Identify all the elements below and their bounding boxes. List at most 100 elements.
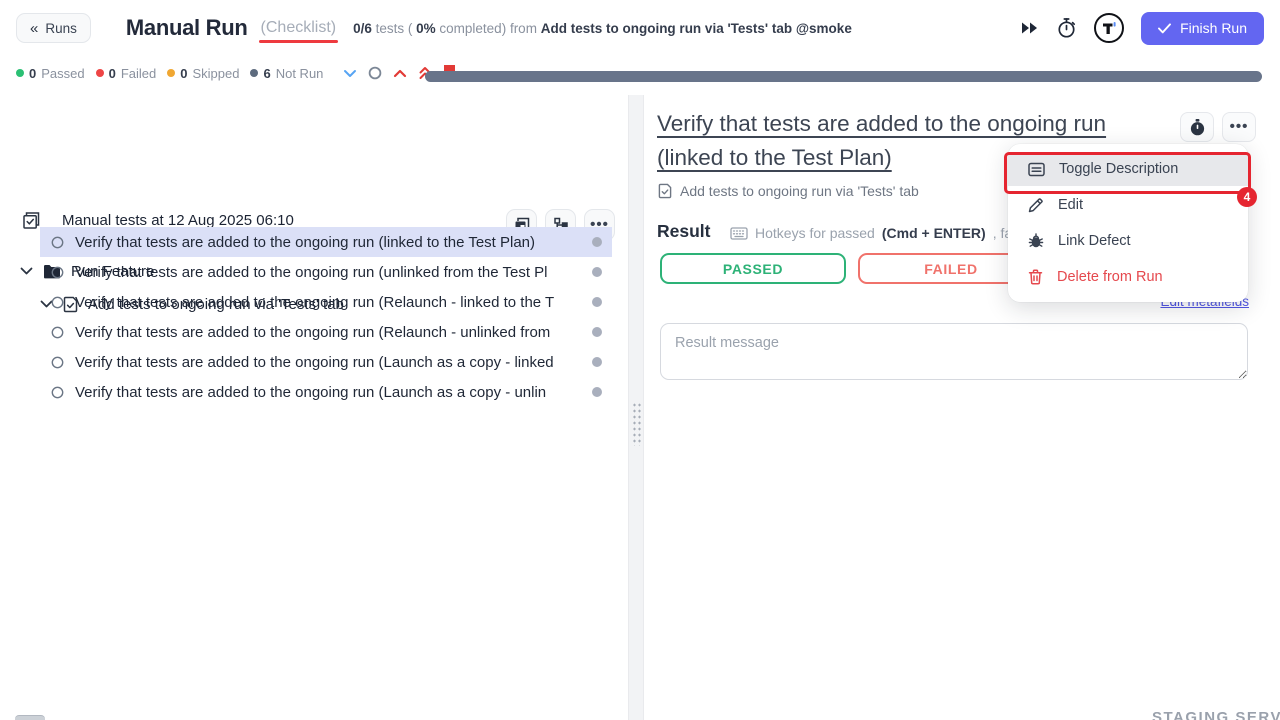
- test-status-dot: [592, 357, 602, 367]
- not-run-circle-icon: [51, 296, 64, 309]
- menu-item-link-defect[interactable]: Link Defect: [1008, 224, 1248, 258]
- menu-item-label: Link Defect: [1058, 233, 1131, 249]
- run-stats: 0/6 tests ( 0% completed) from Add tests…: [353, 21, 852, 36]
- hotkeys-combo: (Cmd + ENTER): [882, 225, 986, 241]
- staging-watermark: STAGING SERVER: [1152, 709, 1280, 720]
- timer-button[interactable]: [1180, 112, 1214, 142]
- finish-run-label: Finish Run: [1180, 20, 1247, 36]
- failed-label: Failed: [121, 66, 156, 81]
- tests-ratio: 0/6: [353, 21, 372, 36]
- run-mode-label: (Checklist): [261, 19, 337, 37]
- stopwatch-icon[interactable]: [1056, 17, 1077, 39]
- suite-breadcrumb-label: Add tests to ongoing run via 'Tests' tab: [680, 183, 919, 199]
- stopwatch-filled-icon: [1190, 119, 1205, 136]
- fast-forward-icon[interactable]: [1021, 21, 1039, 35]
- hotkeys-hint: Hotkeys for passed (Cmd + ENTER) , fa: [730, 225, 1012, 241]
- bug-icon: [1028, 233, 1044, 249]
- status-passed: 0 Passed: [16, 66, 85, 81]
- passed-dot-icon: [16, 69, 24, 77]
- notrun-dot-icon: [250, 69, 258, 77]
- test-context-menu: Toggle Description Edit Link Defect: [1008, 144, 1248, 302]
- menu-item-delete-from-run[interactable]: Delete from Run: [1008, 260, 1248, 294]
- test-row[interactable]: Verify that tests are added to the ongoi…: [40, 317, 612, 347]
- chevron-down-icon[interactable]: [343, 69, 357, 78]
- test-title: Verify that tests are added to the ongoi…: [75, 324, 550, 341]
- hotkeys-prefix: Hotkeys for passed: [755, 225, 875, 241]
- description-icon: [1028, 162, 1045, 177]
- result-message-input[interactable]: [660, 323, 1248, 380]
- menu-item-toggle-description[interactable]: Toggle Description: [1008, 152, 1248, 186]
- top-header: « Runs Manual Run (Checklist) 0/6 tests …: [16, 0, 852, 56]
- test-row[interactable]: Verify that tests are added to the ongoi…: [40, 287, 612, 317]
- menu-item-label: Edit: [1058, 197, 1083, 213]
- skipped-label: Skipped: [193, 66, 240, 81]
- trash-icon: [1028, 269, 1043, 285]
- status-notrun: 6 Not Run: [250, 66, 323, 81]
- test-status-dot: [592, 387, 602, 397]
- passed-button[interactable]: PASSED: [660, 253, 846, 284]
- not-run-circle-icon: [51, 266, 64, 279]
- document-check-icon: [658, 183, 672, 199]
- percent-completed: 0%: [416, 21, 436, 36]
- status-failed: 0 Failed: [96, 66, 157, 81]
- failed-count: 0: [109, 66, 116, 81]
- not-run-circle-icon: [51, 386, 64, 399]
- page-title: Manual Run: [126, 15, 248, 41]
- result-heading: Result: [657, 221, 710, 242]
- bottom-left-clipped-element: [15, 715, 45, 720]
- not-run-circle-icon: [51, 326, 64, 339]
- skipped-count: 0: [180, 66, 187, 81]
- status-skipped: 0 Skipped: [167, 66, 239, 81]
- chevron-up-icon[interactable]: [393, 69, 407, 78]
- checklist-copy-icon: [22, 211, 41, 230]
- passed-label: Passed: [41, 66, 84, 81]
- test-row[interactable]: Verify that tests are added to the ongoi…: [40, 347, 612, 377]
- status-bar: 0 Passed 0 Failed 0 Skipped 6 Not Run: [16, 60, 456, 86]
- test-status-dot: [592, 297, 602, 307]
- check-icon: [1158, 23, 1171, 34]
- notrun-count: 6: [263, 66, 270, 81]
- detail-actions: •••: [1180, 112, 1256, 142]
- test-row[interactable]: Verify that tests are added to the ongoi…: [40, 227, 612, 257]
- back-button-label: Runs: [45, 21, 77, 36]
- test-status-dot: [592, 267, 602, 277]
- failed-dot-icon: [96, 69, 104, 77]
- test-status-dot: [592, 237, 602, 247]
- panel-resize-handle[interactable]: [628, 95, 644, 720]
- test-status-dot: [592, 327, 602, 337]
- annotation-step-badge: 4: [1237, 187, 1257, 207]
- header-actions: Finish Run: [1021, 0, 1264, 56]
- chevron-down-icon[interactable]: [20, 267, 33, 275]
- menu-item-edit[interactable]: Edit: [1008, 188, 1248, 222]
- menu-item-label: Toggle Description: [1059, 161, 1178, 177]
- tests-tree-panel: Manual tests at 12 Aug 2025 06:10 •••: [0, 95, 628, 720]
- test-title: Verify that tests are added to the ongoi…: [75, 354, 554, 371]
- stats-text: tests (: [372, 21, 416, 36]
- circle-status-icon[interactable]: [368, 66, 382, 80]
- test-title: Verify that tests are added to the ongoi…: [75, 384, 546, 401]
- finish-run-button[interactable]: Finish Run: [1141, 12, 1264, 45]
- drag-grip-icon: [632, 402, 641, 446]
- run-progress-bar: [425, 71, 1262, 82]
- test-row[interactable]: Verify that tests are added to the ongoi…: [40, 377, 612, 407]
- notrun-label: Not Run: [276, 66, 324, 81]
- pencil-icon: [1028, 197, 1044, 213]
- test-row[interactable]: Verify that tests are added to the ongoi…: [40, 257, 612, 287]
- back-to-runs-button[interactable]: « Runs: [16, 13, 91, 43]
- suite-breadcrumb-link[interactable]: Add tests to ongoing run via 'Tests' tab: [658, 183, 919, 199]
- double-chevron-left-icon: «: [30, 21, 38, 36]
- menu-item-label: Delete from Run: [1057, 269, 1163, 285]
- app-window: « Runs Manual Run (Checklist) 0/6 tests …: [0, 0, 1280, 720]
- keyboard-icon: [730, 227, 748, 240]
- test-title: Verify that tests are added to the ongoi…: [75, 234, 535, 251]
- not-run-circle-icon: [51, 356, 64, 369]
- test-title: Verify that tests are added to the ongoi…: [75, 264, 548, 281]
- app-logo[interactable]: [1094, 13, 1124, 43]
- test-title: Verify that tests are added to the ongoi…: [75, 294, 554, 311]
- passed-count: 0: [29, 66, 36, 81]
- detail-more-button[interactable]: •••: [1222, 112, 1256, 142]
- run-source: Add tests to ongoing run via 'Tests' tab…: [541, 21, 852, 36]
- skipped-dot-icon: [167, 69, 175, 77]
- not-run-circle-icon: [51, 236, 64, 249]
- stats-text2: completed) from: [436, 21, 541, 36]
